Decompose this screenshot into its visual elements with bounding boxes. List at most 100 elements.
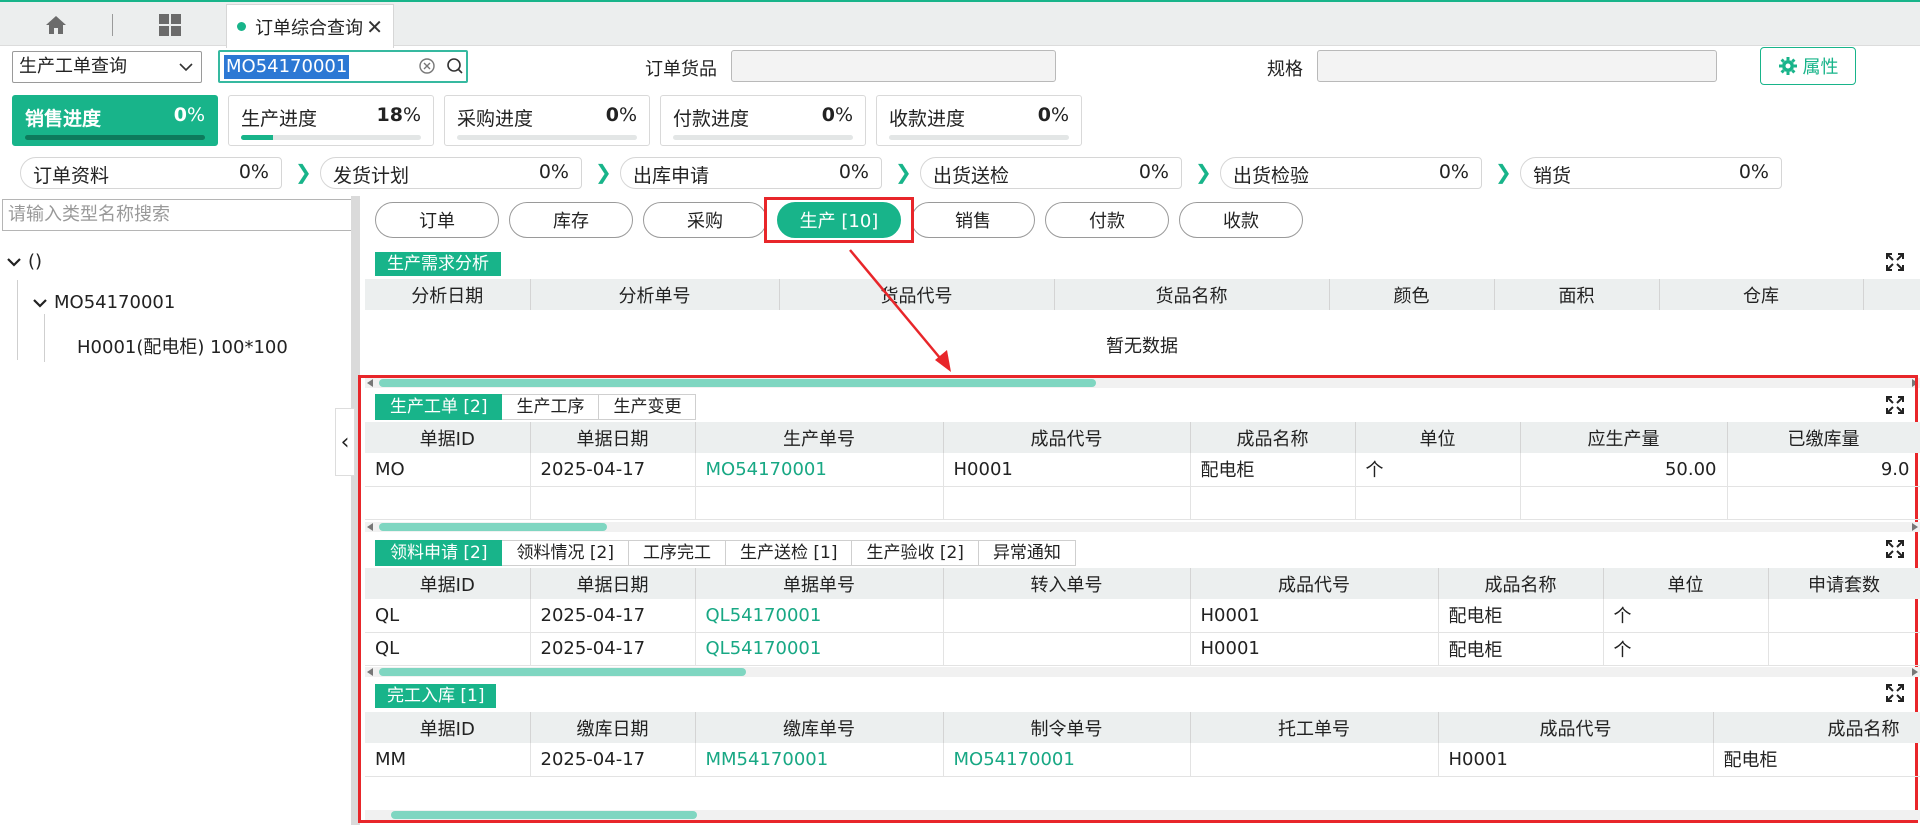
progress-bar bbox=[457, 135, 637, 140]
pointer-arrow bbox=[849, 249, 951, 372]
table-header: 单据ID 单据日期 生产单号 成品代号 成品名称 单位 应生产量 已缴库量 bbox=[365, 422, 1920, 453]
work-order-table: 单据ID 单据日期 生产单号 成品代号 成品名称 单位 应生产量 已缴库量 MO 2025-04… bbox=[365, 422, 1920, 520]
chevron-right-icon: ❯ bbox=[295, 160, 312, 184]
subtab-changes[interactable]: 生产变更 bbox=[599, 394, 697, 420]
progress-bar bbox=[241, 135, 421, 140]
warehousing-tag[interactable]: 完工入库 [1] bbox=[375, 684, 497, 708]
subtab-material-status[interactable]: 领料情况 [2] bbox=[502, 540, 629, 566]
tab-order-query[interactable]: 订单综合查询 ✕ bbox=[226, 4, 394, 48]
stage-sales[interactable]: 销货 0% bbox=[1520, 157, 1782, 189]
progress-purchase[interactable]: 采购进度 0% bbox=[444, 95, 650, 146]
tree-search-input[interactable]: 请输入类型名称搜索 bbox=[2, 199, 352, 231]
close-icon[interactable]: ✕ bbox=[366, 15, 383, 39]
progress-name: 生产进度 bbox=[241, 108, 318, 130]
horizontal-scrollbar[interactable] bbox=[365, 667, 1920, 677]
chevron-right-icon: ❯ bbox=[595, 160, 612, 184]
stage-shipment-inspection[interactable]: 出货检验 0% bbox=[1220, 157, 1482, 189]
chevron-left-icon: ‹ bbox=[340, 429, 350, 455]
chevron-down-icon bbox=[7, 257, 21, 267]
progress-bar bbox=[889, 135, 1069, 140]
search-value: MO54170001 bbox=[224, 55, 350, 79]
stage-order-info[interactable]: 订单资料 0% bbox=[20, 157, 282, 189]
stage-delivery-plan[interactable]: 发货计划 0% bbox=[320, 157, 582, 189]
stage-flow: 订单资料 0% ❯ 发货计划 0% ❯ 出库申请 0% ❯ 出货送检 0% ❯ 出货检验… bbox=[0, 155, 1920, 193]
table-row[interactable]: QL 2025-04-17 QL54170001 H0001 配电柜个 bbox=[365, 599, 1920, 633]
table-row[interactable]: QL 2025-04-17 QL54170001 H0001 配电柜个 bbox=[365, 632, 1920, 666]
demand-analysis-tag[interactable]: 生产需求分析 bbox=[375, 252, 501, 276]
query-type-select[interactable]: 生产工单查询 bbox=[12, 51, 202, 83]
progress-bar bbox=[25, 135, 205, 140]
highlight-box bbox=[764, 197, 914, 243]
progress-receipt[interactable]: 收款进度 0% bbox=[876, 95, 1082, 146]
tab-bar: 订单综合查询 ✕ bbox=[0, 0, 1920, 48]
table-row[interactable]: MM 2025-04-17 MM54170001 MO54170001 H0001 配电柜 bbox=[365, 743, 1920, 777]
tree-guide-line bbox=[44, 314, 45, 362]
expand-icon[interactable] bbox=[1885, 539, 1905, 559]
tab-inventory[interactable]: 库存 bbox=[509, 202, 633, 238]
query-type-value: 生产工单查询 bbox=[19, 56, 127, 77]
table-header: 单据ID 缴库日期 缴库单号 制令单号 托工单号 成品代号 成品名称 bbox=[365, 712, 1920, 743]
horizontal-scrollbar[interactable] bbox=[365, 522, 1920, 532]
progress-sales[interactable]: 销售进度 0% bbox=[12, 95, 218, 146]
progress-row: 销售进度 0% 生产进度 18% 采购进度 0% 付款进度 0% 收款进度 0% bbox=[0, 92, 1920, 148]
tab-bar-divider bbox=[112, 14, 113, 36]
goods-field bbox=[731, 50, 1056, 82]
tree-panel: 请输入类型名称搜索 () MO54170001 H0001(配电柜) 100*1… bbox=[0, 196, 356, 825]
goods-label: 订单货品 bbox=[645, 59, 717, 80]
subtab-processes[interactable]: 生产工序 bbox=[502, 394, 600, 420]
expand-icon[interactable] bbox=[1885, 395, 1905, 415]
material-subtabs: 领料申请 [2] 领料情况 [2] 工序完工 生产送检 [1] 生产验收 [2]… bbox=[375, 540, 1076, 566]
progress-percent: 18% bbox=[376, 104, 421, 126]
properties-button[interactable]: 属性 bbox=[1760, 47, 1856, 85]
demand-table: 分析日期 分析单号 货品代号 货品名称 颜色 面积 仓库 bbox=[365, 279, 1920, 310]
chevron-down-icon bbox=[179, 52, 193, 92]
expand-icon[interactable] bbox=[1885, 252, 1905, 272]
table-row bbox=[365, 486, 1920, 520]
subtab-process-complete[interactable]: 工序完工 bbox=[628, 540, 726, 566]
grid-icon[interactable] bbox=[155, 10, 185, 40]
active-dot-icon bbox=[237, 22, 246, 31]
tab-label: 订单综合查询 bbox=[255, 17, 363, 39]
subtab-work-orders[interactable]: 生产工单 [2] bbox=[375, 394, 503, 420]
subtab-production-inspection-send[interactable]: 生产送检 [1] bbox=[725, 540, 853, 566]
chevron-right-icon: ❯ bbox=[895, 160, 912, 184]
subtab-material-request[interactable]: 领料申请 [2] bbox=[375, 540, 503, 566]
progress-payment[interactable]: 付款进度 0% bbox=[660, 95, 866, 146]
search-icon[interactable] bbox=[446, 57, 464, 80]
material-table: 单据ID 单据日期 单据单号 转入单号 成品代号 成品名称 单位 申请套数 QL 2025-04… bbox=[365, 568, 1920, 666]
tree-node-item[interactable]: H0001(配电柜) 100*100 bbox=[77, 333, 288, 359]
stage-outbound-request[interactable]: 出库申请 0% bbox=[620, 157, 882, 189]
subtab-production-acceptance[interactable]: 生产验收 [2] bbox=[852, 540, 979, 566]
clear-icon[interactable] bbox=[418, 57, 436, 80]
tab-order[interactable]: 订单 bbox=[375, 202, 499, 238]
warehousing-table: 单据ID 缴库日期 缴库单号 制令单号 托工单号 成品代号 成品名称 MM 2025-04-1… bbox=[365, 712, 1920, 777]
home-icon[interactable] bbox=[41, 10, 71, 40]
chevron-down-icon bbox=[33, 298, 47, 308]
progress-percent: 0% bbox=[821, 104, 853, 126]
progress-name: 收款进度 bbox=[889, 108, 966, 130]
progress-name: 采购进度 bbox=[457, 108, 534, 130]
tab-sales[interactable]: 销售 bbox=[911, 202, 1035, 238]
progress-name: 销售进度 bbox=[25, 108, 102, 130]
toolbar: 生产工单查询 MO54170001 订单货品 规格 属性 bbox=[0, 47, 1920, 89]
chevron-right-icon: ❯ bbox=[1495, 160, 1512, 184]
tree-guide-line bbox=[17, 280, 18, 360]
gear-icon bbox=[1778, 57, 1797, 75]
tab-receipt[interactable]: 收款 bbox=[1179, 202, 1303, 238]
work-order-subtabs: 生产工单 [2] 生产工序 生产变更 bbox=[375, 394, 697, 420]
table-header: 分析日期 分析单号 货品代号 货品名称 颜色 面积 仓库 bbox=[365, 279, 1920, 310]
search-input[interactable]: MO54170001 bbox=[218, 50, 468, 83]
spec-field bbox=[1317, 50, 1717, 82]
progress-production[interactable]: 生产进度 18% bbox=[228, 95, 434, 146]
horizontal-scrollbar[interactable] bbox=[365, 810, 1920, 820]
subtab-exception-notice[interactable]: 异常通知 bbox=[978, 540, 1076, 566]
stage-shipment-inspection-send[interactable]: 出货送检 0% bbox=[920, 157, 1182, 189]
tab-payment[interactable]: 付款 bbox=[1045, 202, 1169, 238]
table-row[interactable]: MO 2025-04-17 MO54170001 H0001 配电柜个 50.00 9.0 bbox=[365, 453, 1920, 487]
expand-icon[interactable] bbox=[1885, 683, 1905, 703]
tab-purchase[interactable]: 采购 bbox=[643, 202, 767, 238]
table-header: 单据ID 单据日期 单据单号 转入单号 成品代号 成品名称 单位 申请套数 bbox=[365, 568, 1920, 599]
tree-node-order[interactable]: MO54170001 bbox=[32, 292, 175, 313]
tree-node-root[interactable]: () bbox=[6, 251, 42, 272]
collapse-panel-button[interactable]: ‹ bbox=[335, 408, 355, 476]
